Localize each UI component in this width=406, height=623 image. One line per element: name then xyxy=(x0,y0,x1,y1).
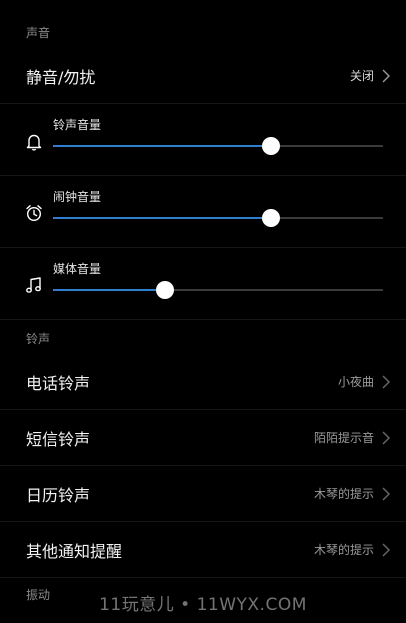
calendar-ringtone-row[interactable]: 日历铃声 木琴的提示 xyxy=(0,466,406,522)
media-volume-row: 媒体音量 xyxy=(0,248,406,320)
sms-ringtone-title: 短信铃声 xyxy=(26,429,91,449)
phone-ringtone-right: 小夜曲 xyxy=(338,373,392,390)
section-header-ringtone: 铃声 xyxy=(26,332,51,346)
calendar-ringtone-title: 日历铃声 xyxy=(26,485,91,505)
other-notification-value: 木琴的提示 xyxy=(313,543,374,557)
music-note-icon xyxy=(26,277,41,293)
alarm-volume-slider[interactable] xyxy=(53,209,383,227)
calendar-ringtone-value: 木琴的提示 xyxy=(313,487,374,501)
watermark-text: 11玩意儿 • 11WYX.COM xyxy=(99,595,307,615)
silent-mode-title: 静音/勿扰 xyxy=(26,67,96,87)
alarm-volume-thumb[interactable] xyxy=(261,209,280,227)
chevron-right-icon xyxy=(382,375,390,388)
other-notification-row[interactable]: 其他通知提醒 木琴的提示 xyxy=(0,522,406,578)
media-volume-slider[interactable] xyxy=(53,281,383,299)
chevron-right-icon xyxy=(382,69,390,82)
phone-ringtone-value: 小夜曲 xyxy=(337,375,374,389)
chevron-right-icon xyxy=(382,543,390,556)
ringer-volume-row: 铃声音量 xyxy=(0,104,406,176)
phone-ringtone-row[interactable]: 电话铃声 小夜曲 xyxy=(0,354,406,410)
other-notification-title: 其他通知提醒 xyxy=(26,541,123,561)
bell-icon xyxy=(26,134,42,151)
alarm-volume-row: 闹钟音量 xyxy=(0,176,406,248)
chevron-right-icon xyxy=(382,487,390,500)
alarm-clock-icon xyxy=(26,205,42,222)
ringer-volume-fill xyxy=(53,145,271,147)
phone-ringtone-title: 电话铃声 xyxy=(26,373,91,393)
silent-mode-right: 关闭 xyxy=(350,67,392,84)
calendar-ringtone-right: 木琴的提示 xyxy=(314,485,392,502)
ringer-volume-slider[interactable] xyxy=(53,137,383,155)
other-notification-right: 木琴的提示 xyxy=(314,541,392,558)
alarm-volume-fill xyxy=(53,217,271,219)
sms-ringtone-value: 陌陌提示音 xyxy=(313,431,374,445)
ringer-volume-label: 铃声音量 xyxy=(53,118,102,132)
silent-mode-row[interactable]: 静音/勿扰 关闭 xyxy=(0,48,406,104)
media-volume-fill xyxy=(53,289,166,291)
silent-mode-value: 关闭 xyxy=(349,69,374,83)
section-header-sound: 声音 xyxy=(26,26,51,40)
sms-ringtone-right: 陌陌提示音 xyxy=(314,429,392,446)
chevron-right-icon xyxy=(382,431,390,444)
ringer-volume-thumb[interactable] xyxy=(261,137,280,155)
sms-ringtone-row[interactable]: 短信铃声 陌陌提示音 xyxy=(0,410,406,466)
alarm-volume-label: 闹钟音量 xyxy=(53,190,102,204)
media-volume-label: 媒体音量 xyxy=(53,262,102,276)
media-volume-thumb[interactable] xyxy=(156,281,175,299)
